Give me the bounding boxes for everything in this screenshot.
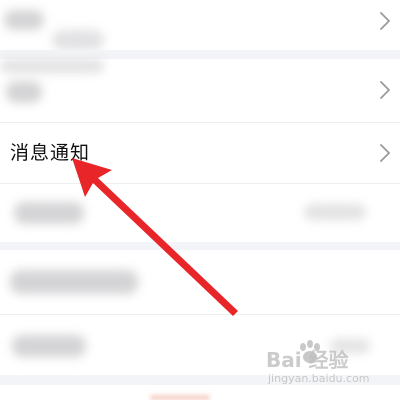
- blurred-row-2-top: [0, 59, 104, 73]
- notification-settings-row[interactable]: 消息通知: [0, 123, 400, 183]
- blurred-row-1-sublabel: [52, 30, 104, 50]
- notification-row-label: 消息通知: [10, 142, 91, 164]
- settings-row-4[interactable]: [0, 184, 400, 242]
- blurred-row-4-value: [304, 204, 366, 220]
- settings-row-5[interactable]: [0, 250, 400, 314]
- section-separator: [0, 50, 400, 59]
- blurred-row-1-label: [4, 10, 44, 30]
- section-separator: [0, 242, 400, 250]
- watermark: Bai 经验 jingyan.baidu.com: [266, 340, 376, 392]
- chevron-right-icon: [377, 142, 393, 164]
- chevron-right-icon: [377, 10, 393, 32]
- blurred-row-5-label: [10, 270, 138, 294]
- watermark-url: jingyan.baidu.com: [268, 372, 370, 385]
- chevron-right-icon: [377, 79, 393, 101]
- baidu-paw-icon: [300, 340, 320, 363]
- settings-screen: 消息通知 Bai 经验 jingyan.baidu.com: [0, 0, 400, 400]
- blurred-row-2-label: [6, 81, 42, 103]
- settings-row-2[interactable]: [0, 59, 400, 122]
- blurred-bottom-element: [150, 395, 210, 400]
- settings-row-1[interactable]: [0, 0, 400, 50]
- blurred-row-4-label: [14, 202, 84, 224]
- blurred-row-6-label: [12, 335, 86, 357]
